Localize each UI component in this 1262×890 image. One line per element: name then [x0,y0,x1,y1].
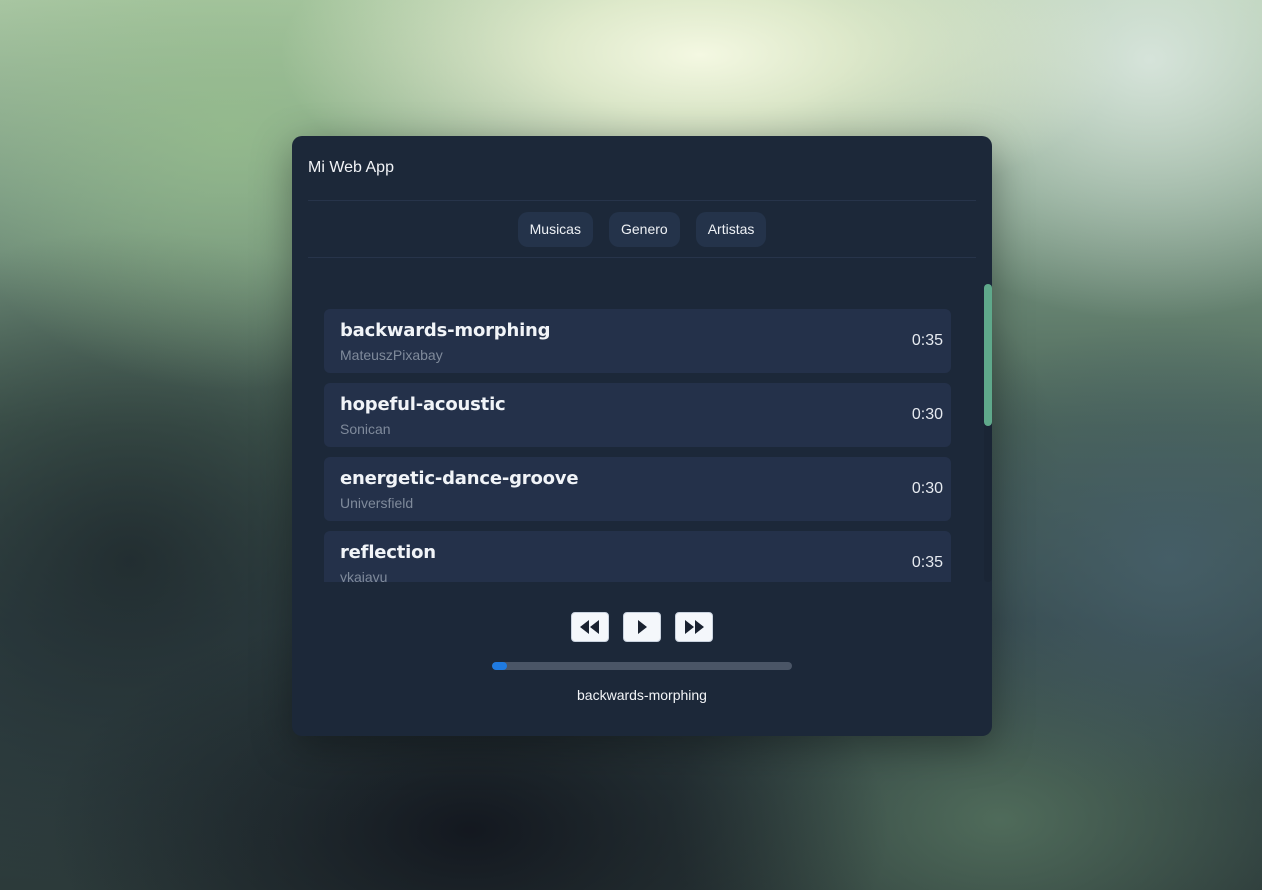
song-artist: MateuszPixabay [340,347,443,363]
rewind-icon [579,620,601,634]
tab-genero[interactable]: Genero [608,211,680,247]
now-playing-title: backwards-morphing [577,687,707,703]
song-item[interactable]: reflection ykaiavu 0:35 [324,531,951,582]
player-controls [292,612,992,642]
song-title: hopeful-acoustic [340,394,506,415]
song-artist: Sonican [340,421,391,437]
scrollbar-thumb[interactable] [984,284,992,426]
song-list[interactable]: backwards-morphing MateuszPixabay 0:35 h… [324,309,951,582]
tab-artistas[interactable]: Artistas [695,211,767,247]
song-artist: ykaiavu [340,569,388,582]
song-duration: 0:35 [911,332,943,349]
song-duration: 0:30 [911,480,943,497]
tab-bar: Musicas Genero Artistas [308,201,976,258]
song-duration: 0:35 [911,554,943,571]
app-header: Mi Web App [308,136,976,201]
fast-forward-button[interactable] [675,612,713,642]
progress-fill [492,662,507,670]
song-list-area: backwards-morphing MateuszPixabay 0:35 h… [308,258,992,583]
tab-musicas[interactable]: Musicas [517,211,593,247]
play-button[interactable] [623,612,661,642]
song-title: energetic-dance-groove [340,468,579,489]
song-item[interactable]: backwards-morphing MateuszPixabay 0:35 [324,309,951,373]
music-app-window: Mi Web App Musicas Genero Artistas backw… [292,136,992,736]
fast-forward-icon [683,620,705,634]
song-item[interactable]: hopeful-acoustic Sonican 0:30 [324,383,951,447]
song-list-scrollbar[interactable] [984,284,992,582]
play-icon [635,620,649,634]
song-artist: Universfield [340,495,414,511]
song-duration: 0:30 [911,406,943,423]
song-item[interactable]: energetic-dance-groove Universfield 0:30 [324,457,951,521]
song-title: backwards-morphing [340,320,551,341]
song-title: reflection [340,542,436,563]
rewind-button[interactable] [571,612,609,642]
progress-bar[interactable] [492,662,792,670]
app-title: Mi Web App [308,159,394,176]
